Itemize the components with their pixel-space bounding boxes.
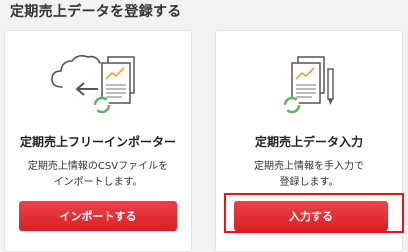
card-desc-line: 定期売上情報を手入力で — [254, 161, 364, 172]
card-desc-line: インポートします。 — [53, 177, 143, 188]
manual-entry-card: 定期売上データ入力 定期売上情報を手入力で 登録します。 入力する — [215, 30, 403, 252]
card-description: 定期売上情報のCSVファイルを インポートします。 — [5, 159, 191, 191]
import-button[interactable]: インポートする — [19, 201, 177, 231]
card-description: 定期売上情報を手入力で 登録します。 — [216, 159, 402, 191]
section-title: 定期売上データを登録する — [10, 4, 182, 20]
card-desc-line: 定期売上情報のCSVファイルを — [27, 161, 169, 172]
manual-entry-button[interactable]: 入力する — [234, 201, 388, 231]
import-card: 定期売上フリーインポーター 定期売上情報のCSVファイルを インポートします。 … — [4, 30, 192, 252]
document-pen-icon — [283, 56, 334, 114]
card-desc-line: 登録します。 — [279, 177, 339, 188]
cloud-import-document-icon — [51, 54, 135, 114]
card-title: 定期売上フリーインポーター — [19, 135, 176, 149]
card-title: 定期売上データ入力 — [254, 135, 363, 149]
